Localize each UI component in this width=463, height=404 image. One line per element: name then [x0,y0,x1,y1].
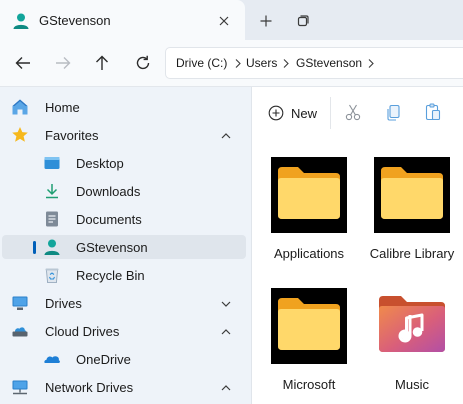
plus-circle-icon [268,105,284,121]
desktop-icon [43,154,61,172]
sidebar-item-label: OneDrive [76,352,131,367]
sidebar-item-label: Recycle Bin [76,268,145,283]
sidebar-item-favorites[interactable]: Favorites [2,123,246,147]
sidebar-item-label: Network Drives [45,380,134,395]
cloud-drive-icon [11,322,29,340]
sidebar-item-downloads[interactable]: Downloads [2,179,246,203]
tab-strip: GStevenson [0,0,463,40]
content-pane: New Applications Calibre Library Microso… [252,87,463,404]
sidebar-item-home[interactable]: Home [2,95,246,119]
file-item-calibre-library[interactable]: Calibre Library [366,157,462,275]
network-drive-icon [11,378,29,396]
user-icon [12,12,30,30]
folder-thumbnail [271,288,347,364]
file-explorer-window: GStevenson Drive (C:) Users GStevenson H… [0,0,463,404]
close-icon[interactable] [214,11,234,31]
address-bar[interactable]: Drive (C:) Users GStevenson [165,47,463,79]
folder-icon [276,165,342,226]
download-icon [43,182,61,200]
copy-icon[interactable] [384,102,404,122]
paste-icon[interactable] [423,102,443,122]
sidebar-item-onedrive[interactable]: OneDrive [2,347,246,371]
chevron-right-icon[interactable] [233,56,243,71]
scissors-icon[interactable] [343,102,363,122]
sidebar-item-label: Documents [76,212,142,227]
file-item-label: Microsoft [282,377,336,392]
sidebar-item-recycle-bin[interactable]: Recycle Bin [2,263,246,287]
sidebar-item-label: Favorites [45,128,99,143]
recycle-bin-icon [43,266,61,284]
sidebar-item-label: Desktop [76,156,124,171]
toolbar-separator [330,97,331,129]
new-button-label: New [291,106,318,121]
breadcrumb-gstevenson[interactable]: GStevenson [296,56,362,71]
sidebar-item-label: Cloud Drives [45,324,120,339]
navigation-bar: Drive (C:) Users GStevenson [0,40,463,87]
onedrive-icon [43,350,61,368]
selection-indicator [33,241,36,254]
file-item-label: Calibre Library [369,246,455,261]
arrow-left-icon[interactable] [10,50,36,76]
tab-title: GStevenson [39,13,111,28]
music-folder-icon [377,294,447,359]
sidebar-item-network-drives[interactable]: Network Drives [2,375,246,399]
tabs-icon[interactable] [292,10,314,32]
refresh-icon[interactable] [130,50,156,76]
sidebar-item-desktop[interactable]: Desktop [2,151,246,175]
breadcrumb-users[interactable]: Users [246,56,277,71]
user-icon [43,238,61,256]
folder-thumbnail [271,157,347,233]
chevron-right-icon[interactable] [281,56,291,71]
file-item-microsoft[interactable]: Microsoft [263,288,359,404]
file-item-label: Applications [273,246,345,261]
sidebar-item-label: GStevenson [76,240,148,255]
star-icon [11,126,29,144]
chevron-down-icon[interactable] [220,297,232,309]
chevron-up-icon[interactable] [220,325,232,337]
sidebar: Home Favorites Desktop Downloads Documen… [0,87,251,404]
chevron-up-icon[interactable] [220,129,232,141]
folder-icon [276,296,342,357]
home-icon [11,98,29,116]
new-button[interactable]: New [264,100,330,126]
sidebar-item-label: Downloads [76,184,141,199]
document-icon [43,210,61,228]
sidebar-item-drives[interactable]: Drives [2,291,246,315]
plus-icon[interactable] [255,10,277,32]
monitor-icon [11,294,29,312]
file-item-music[interactable]: Music [366,288,462,404]
sidebar-item-label: Home [45,100,80,115]
sidebar-item-documents[interactable]: Documents [2,207,246,231]
folder-icon [379,165,445,226]
chevron-up-icon[interactable] [220,381,232,393]
sidebar-item-cloud-drives[interactable]: Cloud Drives [2,319,246,343]
tab-gstevenson[interactable]: GStevenson [0,0,245,40]
sidebar-item-label: Drives [45,296,82,311]
breadcrumb-drive-c[interactable]: Drive (C:) [176,56,227,71]
chevron-right-icon[interactable] [366,56,376,71]
sidebar-item-gstevenson[interactable]: GStevenson [2,235,246,259]
folder-thumbnail [374,157,450,233]
folder-thumbnail [374,288,450,364]
arrow-up-icon[interactable] [89,50,115,76]
file-item-label: Music [395,377,429,392]
command-bar: New [252,87,463,137]
file-item-applications[interactable]: Applications [263,157,359,275]
arrow-right-icon[interactable] [50,50,76,76]
